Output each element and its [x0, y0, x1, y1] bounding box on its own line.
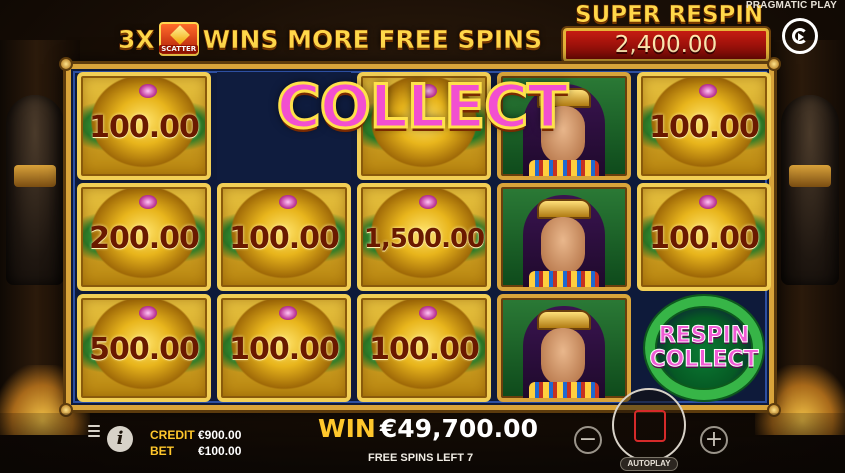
- coin-value: 100.00: [229, 221, 340, 256]
- coin-value: 500.00: [89, 332, 200, 367]
- coin-symbol: 1,500.00: [357, 183, 491, 291]
- coin-value: 1,500.00: [363, 224, 485, 254]
- refresh-icon: [792, 28, 808, 44]
- banner-text: WINS MORE FREE SPINS: [202, 24, 543, 54]
- cleopatra-symbol: [497, 294, 631, 402]
- spin-button[interactable]: [612, 388, 686, 462]
- gem-icon: [699, 84, 717, 98]
- credit-display: CREDIT €900.00: [150, 428, 241, 442]
- scatter-label: SCATTER: [159, 45, 199, 53]
- scatter-icon: SCATTER: [158, 22, 199, 56]
- win-display: WIN €49,700.00: [318, 414, 538, 443]
- quick-spin-button[interactable]: [782, 18, 818, 54]
- collect-banner: COLLECT: [275, 71, 569, 144]
- coin-value: 200.00: [89, 221, 200, 256]
- scatter-banner: 3X SCATTER WINS MORE FREE SPINS: [118, 22, 542, 56]
- respin-collect-symbol: RESPIN COLLECT: [637, 294, 771, 402]
- info-button[interactable]: i: [107, 426, 133, 452]
- gem-icon: [279, 306, 297, 320]
- autoplay-button[interactable]: AUTOPLAY: [620, 457, 678, 471]
- coin-symbol: 100.00: [637, 183, 771, 291]
- decrease-bet-button[interactable]: −: [574, 426, 602, 454]
- gem-icon: [139, 195, 157, 209]
- gem-icon: [139, 84, 157, 98]
- cleopatra-symbol: [497, 183, 631, 291]
- coin-symbol: 100.00: [217, 294, 351, 402]
- coin-symbol: 200.00: [77, 183, 211, 291]
- menu-icon[interactable]: [88, 425, 100, 437]
- increase-bet-button[interactable]: +: [700, 426, 728, 454]
- coin-symbol: 100.00: [217, 183, 351, 291]
- anubis-statue-right: [781, 95, 839, 285]
- coin-symbol: 500.00: [77, 294, 211, 402]
- credit-value: €900.00: [198, 428, 242, 442]
- gem-icon: [699, 195, 717, 209]
- coin-value: 100.00: [649, 221, 760, 256]
- win-label: WIN: [318, 414, 376, 443]
- free-spins-left: FREE SPINS LEFT 7: [368, 452, 474, 464]
- gem-icon: [419, 306, 437, 320]
- bet-value: €100.00: [198, 444, 242, 458]
- gem-icon: [419, 195, 437, 209]
- coin-value: 100.00: [369, 332, 480, 367]
- coin-symbol: 100.00: [357, 294, 491, 402]
- brand-logo: PRAGMATIC PLAY: [745, 0, 837, 11]
- win-value: €49,700.00: [379, 414, 538, 443]
- credit-label: CREDIT: [150, 428, 195, 442]
- super-respin-title: SUPER RESPIN: [575, 2, 764, 29]
- anubis-statue-left: [6, 95, 64, 285]
- super-respin-panel: SUPER RESPIN 2,400.00: [561, 0, 774, 64]
- coin-value: 100.00: [229, 332, 340, 367]
- gem-icon: [139, 306, 157, 320]
- coin-value: 100.00: [649, 110, 760, 145]
- game-scene: 3X SCATTER WINS MORE FREE SPINS SUPER RE…: [0, 0, 845, 473]
- bet-display: BET €100.00: [150, 444, 241, 458]
- coin-symbol: 100.00: [637, 72, 771, 180]
- respin-collect-label: RESPIN COLLECT: [649, 323, 759, 372]
- coin-value: 100.00: [89, 110, 200, 145]
- stop-icon: [634, 410, 666, 442]
- super-respin-amount: 2,400.00: [563, 28, 769, 62]
- gem-icon: [279, 195, 297, 209]
- bet-label: BET: [150, 444, 174, 458]
- banner-prefix: 3X: [118, 24, 155, 54]
- coin-symbol: 100.00: [77, 72, 211, 180]
